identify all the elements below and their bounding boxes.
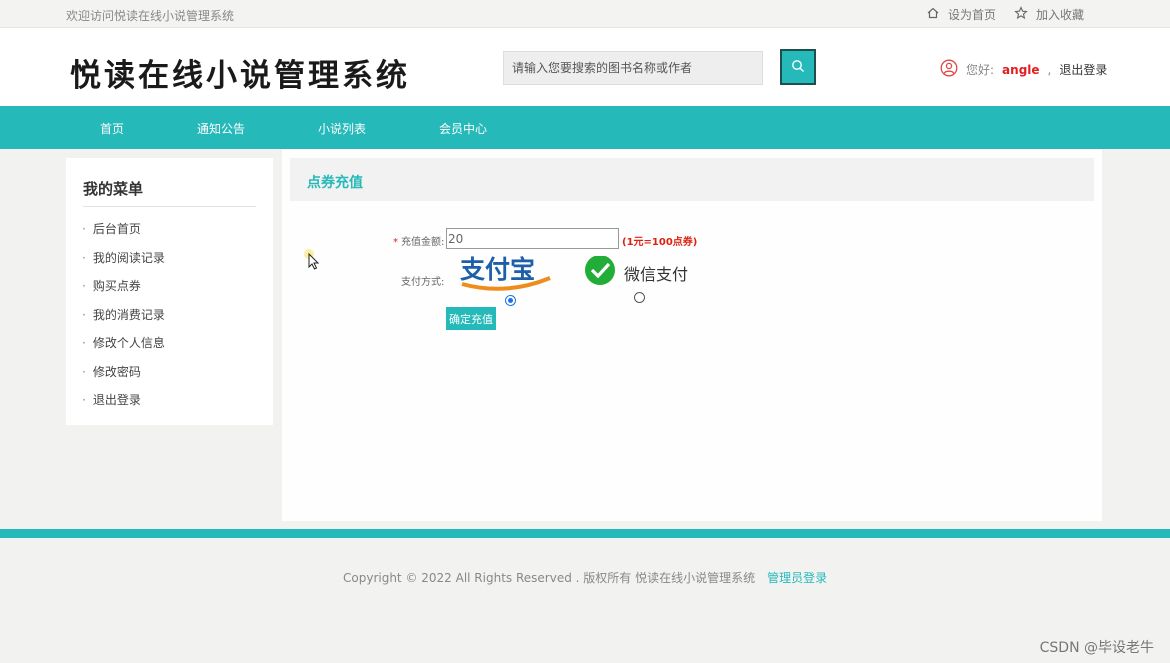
alipay-logo[interactable]: 支付宝 xyxy=(458,254,558,292)
welcome-text: 欢迎访问悦读在线小说管理系统 xyxy=(66,9,235,23)
mouse-cursor-icon xyxy=(304,249,322,274)
main-nav: 首页 通知公告 小说列表 会员中心 xyxy=(0,106,1170,149)
sidebar-item-edit-profile[interactable]: · 修改个人信息 xyxy=(82,334,165,363)
top-links: 设为首页 加入收藏 xyxy=(926,6,1084,23)
wechat-pay-logo[interactable]: 微信支付 xyxy=(584,255,689,289)
required-mark: * xyxy=(393,237,398,248)
nav-item-notices[interactable]: 通知公告 xyxy=(197,120,245,137)
sidebar-item-label: 我的阅读记录 xyxy=(92,250,165,265)
search-icon xyxy=(791,59,805,76)
search-input[interactable] xyxy=(503,51,763,85)
sidebar-divider xyxy=(83,206,256,207)
nav-item-novel-list[interactable]: 小说列表 xyxy=(318,120,366,137)
payment-method-label: 支付方式: xyxy=(401,277,445,288)
site-footer: Copyright © 2022 All Rights Reserved . 版… xyxy=(0,538,1170,663)
nav-item-member-center[interactable]: 会员中心 xyxy=(439,120,487,137)
site-header: 悦读在线小说管理系统 您好: angle , 退出登录 xyxy=(0,28,1170,106)
amount-label-text: 充值金额: xyxy=(401,237,445,248)
sidebar-title: 我的菜单 xyxy=(83,180,144,198)
sidebar-item-label: 购买点券 xyxy=(92,279,141,293)
site-logo[interactable]: 悦读在线小说管理系统 xyxy=(70,50,410,95)
wechat-pay-radio[interactable] xyxy=(634,292,645,303)
sidebar-item-label: 修改个人信息 xyxy=(92,336,165,350)
search-button[interactable] xyxy=(780,49,816,85)
confirm-recharge-button[interactable]: 确定充值 xyxy=(446,307,496,330)
alipay-radio[interactable] xyxy=(505,295,516,306)
page-title: 点券充值 xyxy=(307,175,363,191)
sidebar-item-dashboard[interactable]: · 后台首页 xyxy=(82,220,165,249)
logout-link[interactable]: 退出登录 xyxy=(1059,61,1107,78)
watermark: CSDN @毕设老牛 xyxy=(1039,640,1154,656)
sidebar-menu: 我的菜单 · 后台首页 · 我的阅读记录 · 购买点券 · 我的消费记录 · 修改个人信息… xyxy=(66,158,273,425)
sidebar-item-logout[interactable]: · 退出登录 xyxy=(82,391,165,420)
sidebar-item-label: 我的消费记录 xyxy=(92,307,165,322)
sidebar-item-label: 退出登录 xyxy=(92,393,141,407)
panel-header: 点券充值 xyxy=(290,158,1094,201)
main-panel: 点券充值 xyxy=(282,149,1102,521)
copyright-text: Copyright © 2022 All Rights Reserved . 版… xyxy=(343,571,756,585)
footer-accent-bar xyxy=(0,529,1170,538)
star-icon xyxy=(1014,6,1028,23)
greeting-separator: , xyxy=(1047,62,1052,77)
wechat-icon xyxy=(584,255,618,289)
top-strip: 欢迎访问悦读在线小说管理系统 设为首页 加入收藏 xyxy=(0,0,1170,28)
add-favorite-link[interactable]: 加入收藏 xyxy=(1014,6,1084,23)
amount-label: * 充值金额: xyxy=(393,233,444,248)
user-area: 您好: angle , 退出登录 xyxy=(940,59,1107,80)
sidebar-item-reading-history[interactable]: · 我的阅读记录 xyxy=(82,249,165,278)
alipay-logo-text: 支付宝 xyxy=(460,255,535,284)
rate-hint: (1元=100点券) xyxy=(622,237,698,248)
user-icon xyxy=(940,59,958,80)
set-home-label: 设为首页 xyxy=(947,8,996,22)
sidebar-item-consumption-records[interactable]: · 我的消费记录 xyxy=(82,306,165,335)
sidebar-item-change-password[interactable]: · 修改密码 xyxy=(82,363,165,392)
set-home-link[interactable]: 设为首页 xyxy=(926,6,996,23)
sidebar-item-label: 修改密码 xyxy=(92,364,141,379)
nav-item-home[interactable]: 首页 xyxy=(100,120,124,137)
amount-input[interactable] xyxy=(446,228,619,249)
sidebar-list: · 后台首页 · 我的阅读记录 · 购买点券 · 我的消费记录 · 修改个人信息 · 修改密… xyxy=(82,220,165,420)
add-favorite-label: 加入收藏 xyxy=(1035,8,1084,22)
wechat-pay-text: 微信支付 xyxy=(624,264,689,284)
sidebar-item-label: 后台首页 xyxy=(92,222,141,236)
footer-copyright: Copyright © 2022 All Rights Reserved . 版… xyxy=(343,569,827,586)
username: angle xyxy=(1002,62,1040,77)
sidebar-item-buy-points[interactable]: · 购买点券 xyxy=(82,277,165,306)
home-icon xyxy=(926,6,940,23)
admin-login-link[interactable]: 管理员登录 xyxy=(767,571,827,585)
greeting-text: 您好: xyxy=(966,63,995,77)
